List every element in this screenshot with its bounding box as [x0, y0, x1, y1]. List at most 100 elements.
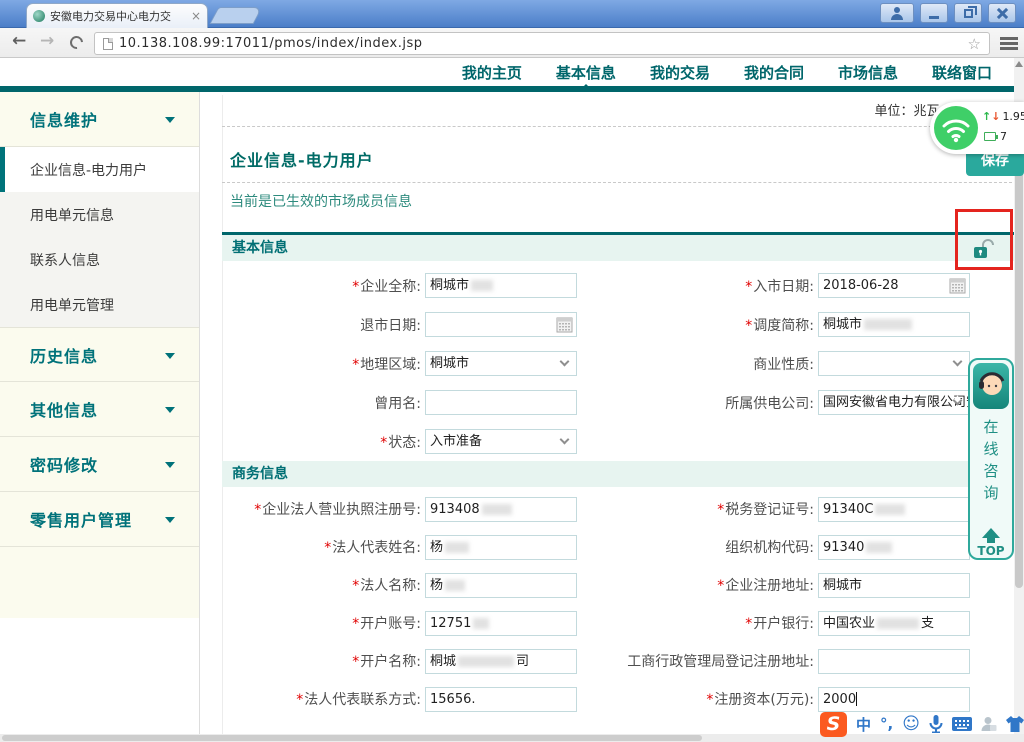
chevron-down-icon [165, 117, 175, 123]
required-mark: * [352, 578, 359, 594]
faren-mingcheng-input[interactable]: 杨 [425, 573, 577, 598]
forward-button[interactable]: → [40, 31, 54, 51]
nav-item-my-trades[interactable]: 我的交易 [650, 62, 710, 83]
network-monitor-widget[interactable]: ↑↓1.95K/s 7 [930, 102, 1024, 154]
skin-tshirt-icon[interactable] [1006, 716, 1024, 732]
scrollbar-thumb[interactable] [1015, 150, 1023, 588]
profile-button[interactable] [880, 3, 914, 23]
zhuangtai-label: *状态: [222, 432, 425, 452]
shangye-xingzhi-label: 商业性质: [618, 354, 818, 374]
yingye-zhizhao-input[interactable]: 913408 [425, 497, 577, 522]
chevron-down-icon [560, 357, 570, 367]
tab-title: 安徽电力交易中心电力交 [50, 8, 187, 24]
required-mark: * [352, 616, 359, 632]
faren-daibiao-input[interactable]: 杨 [425, 535, 577, 560]
zhuce-ziben-input[interactable]: 2000 [818, 687, 970, 712]
status-note: 当前是已生效的市场成员信息 [230, 191, 412, 211]
suoshu-gongdian-select[interactable]: 国网安徽省电力有限公司安 [818, 390, 970, 415]
nav-item-contact[interactable]: 联络窗口 [932, 62, 992, 83]
battery-status: 7 [984, 130, 1007, 143]
online-consult-widget[interactable]: 在线咨询 TOP [968, 358, 1014, 560]
rushi-riqi-input[interactable]: 2018-06-28 [818, 273, 970, 298]
sidebar-item-contact-info[interactable]: 联系人信息 [0, 237, 199, 282]
diaodu-jiancheng-input[interactable]: 桐城市 [818, 312, 970, 337]
calendar-icon[interactable] [949, 277, 966, 294]
required-mark: * [296, 692, 303, 708]
sidebar-group-history[interactable]: 历史信息 [0, 327, 199, 382]
suoshu-gongdian-label: 所属供电公司: [618, 393, 818, 413]
tuishi-riqi-input[interactable] [425, 312, 577, 337]
microphone-icon[interactable] [929, 715, 943, 733]
top-label[interactable]: TOP [977, 544, 1004, 558]
tab-close-icon[interactable]: × [191, 9, 201, 23]
reload-icon[interactable] [67, 33, 85, 51]
customer-service-avatar [973, 363, 1009, 409]
sidebar-item-power-unit-info[interactable]: 用电单元信息 [0, 192, 199, 237]
zhuangtai-select[interactable]: 入市准备 [425, 429, 577, 454]
browser-titlebar: 安徽电力交易中心电力交 × [0, 0, 1024, 28]
required-mark: * [352, 357, 359, 373]
enterprise-form: *企业全称: 桐城市 *入市日期: 2018-06-28 退市日期: *调度简称… [222, 266, 1014, 461]
shuiwu-dengji-label: *税务登记证号: [618, 499, 818, 519]
scrollbar-up-button[interactable] [1015, 61, 1023, 67]
annotation-red-box [955, 209, 1013, 270]
zuzhi-jigou-input[interactable]: 91340 [818, 535, 970, 560]
dili-quyu-select[interactable]: 桐城市 [425, 351, 577, 376]
kaihu-mingcheng-input[interactable]: 桐城司 [425, 649, 577, 674]
yingye-zhizhao-label: *企业法人营业执照注册号: [222, 499, 425, 519]
business-form: *企业法人营业执照注册号: 913408 *税务登记证号: 91340C *法人… [222, 490, 1014, 718]
faren-lianxi-input[interactable]: 15656. [425, 687, 577, 712]
wifi-icon [934, 106, 978, 150]
url-text[interactable]: 10.138.108.99:17011/pmos/index/index.jsp [119, 36, 968, 51]
new-tab-button[interactable] [209, 7, 262, 24]
redaction-smudge [445, 542, 469, 553]
bookmark-star-icon[interactable]: ☆ [968, 35, 981, 53]
redaction-smudge [864, 319, 912, 330]
scrollbar-thumb[interactable] [2, 735, 702, 741]
sidebar-item-power-unit-mgmt[interactable]: 用电单元管理 [0, 282, 199, 327]
chevron-down-icon [165, 517, 175, 523]
account-icon[interactable] [981, 716, 997, 732]
gongshang-dizhi-input[interactable] [818, 649, 970, 674]
ime-mode-chinese[interactable]: 中 [856, 714, 871, 735]
nav-item-basic-info[interactable]: 基本信息 [556, 62, 616, 83]
browser-tab[interactable]: 安徽电力交易中心电力交 × [26, 3, 208, 28]
browser-menu-icon[interactable] [1000, 37, 1018, 50]
shuiwu-dengji-input[interactable]: 91340C [818, 497, 970, 522]
qiye-zhuce-dizhi-input[interactable]: 桐城市 [818, 573, 970, 598]
cengyongming-input[interactable] [425, 390, 577, 415]
kaihu-zhanghao-input[interactable]: 12751 [425, 611, 577, 636]
qiye-quancheng-input[interactable]: 桐城市 [425, 273, 577, 298]
sidebar-group-retail[interactable]: 零售用户管理 [0, 492, 199, 547]
back-to-top-icon[interactable] [982, 528, 1000, 538]
sidebar-group-password[interactable]: 密码修改 [0, 437, 199, 492]
keyboard-icon[interactable] [952, 717, 972, 731]
emoji-icon[interactable]: ☺ [902, 714, 920, 734]
close-button[interactable] [988, 3, 1016, 23]
redaction-smudge [877, 618, 919, 629]
back-button[interactable]: ← [12, 31, 26, 51]
gongshang-dizhi-label: 工商行政管理局登记注册地址: [618, 651, 818, 671]
ime-punctuation[interactable]: °, [880, 715, 893, 733]
redaction-smudge [875, 504, 905, 515]
required-mark: * [706, 692, 713, 708]
zhuce-ziben-label: *注册资本(万元): [618, 689, 818, 709]
download-arrow-icon: ↓ [991, 110, 1000, 123]
sidebar-item-enterprise-info[interactable]: 企业信息-电力用户 [0, 147, 199, 192]
address-bar[interactable]: 10.138.108.99:17011/pmos/index/index.jsp… [94, 32, 990, 55]
minimize-button[interactable] [920, 3, 948, 23]
kaihu-yinhang-input[interactable]: 中国农业支 [818, 611, 970, 636]
nav-item-market-info[interactable]: 市场信息 [838, 62, 898, 83]
sidebar-group-info[interactable]: 信息维护 [0, 92, 199, 147]
sidebar-group-other[interactable]: 其他信息 [0, 382, 199, 437]
maximize-button[interactable] [954, 3, 982, 23]
shangye-xingzhi-select[interactable] [818, 351, 970, 376]
nav-item-my-contracts[interactable]: 我的合同 [744, 62, 804, 83]
tuishi-riqi-label: 退市日期: [222, 315, 425, 335]
kaihu-mingcheng-label: *开户名称: [222, 651, 425, 671]
site-favicon [33, 10, 45, 22]
calendar-icon[interactable] [556, 316, 573, 333]
nav-item-home[interactable]: 我的主页 [462, 62, 522, 83]
sogou-logo[interactable]: S [820, 712, 847, 737]
separator [222, 182, 1012, 183]
